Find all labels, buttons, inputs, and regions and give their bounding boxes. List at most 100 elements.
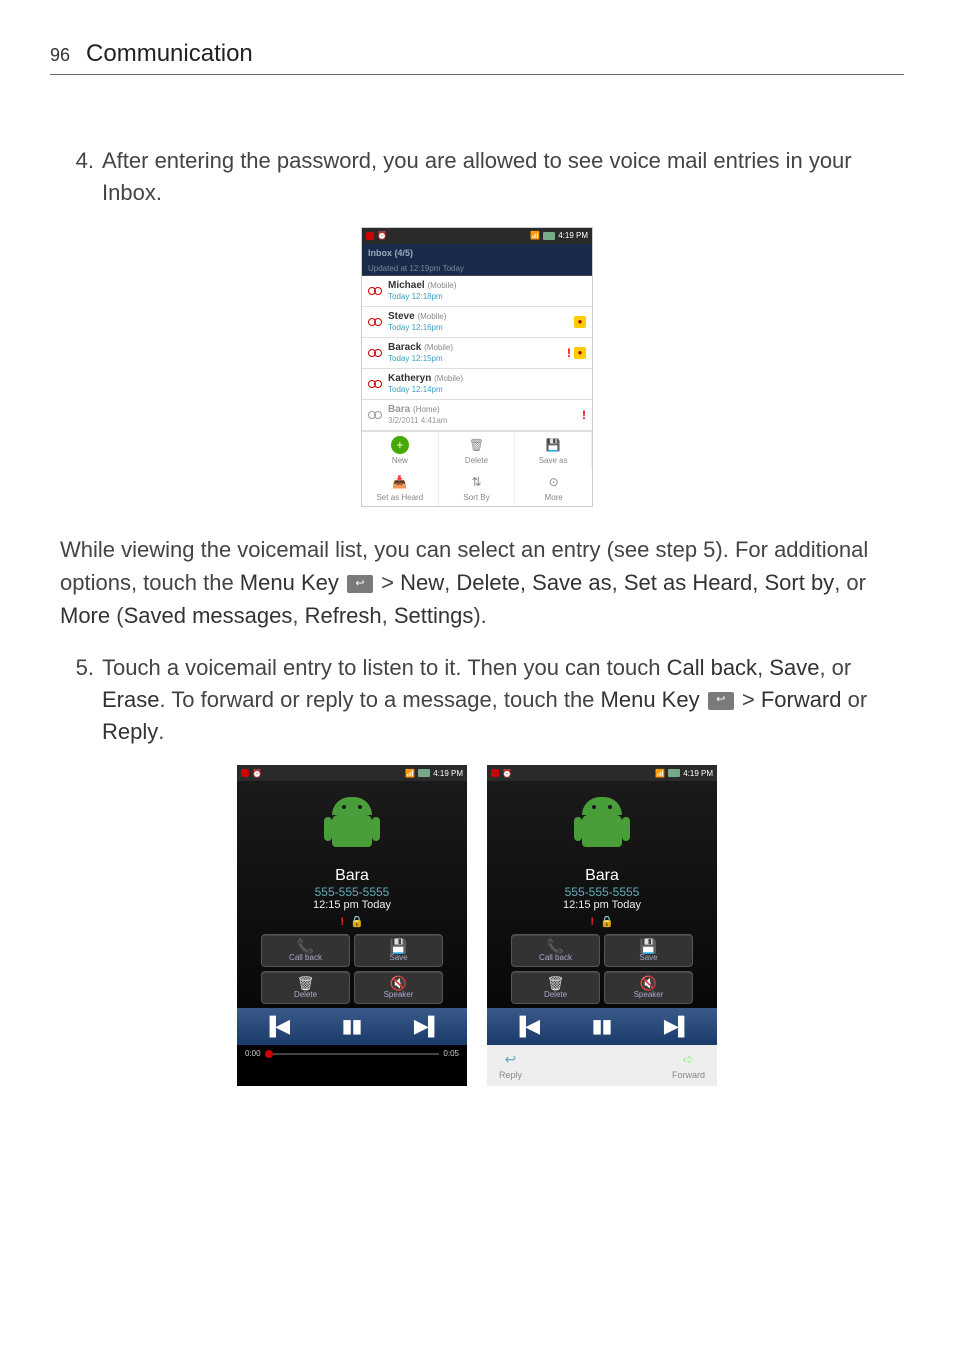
reply-forward-menu: ↩Reply ➪Forward: [487, 1045, 717, 1086]
voicemail-icon: [368, 380, 382, 388]
battery-icon: [668, 769, 680, 777]
urgent-icon: !: [340, 916, 344, 928]
menu-key-icon: [708, 692, 734, 710]
step5-number: 5.: [60, 652, 94, 748]
reply-button[interactable]: ↩Reply: [499, 1051, 522, 1080]
seek-bar[interactable]: 0:00 0:05: [237, 1045, 467, 1062]
seek-handle-icon[interactable]: [265, 1050, 273, 1058]
inbox-header: Inbox (4/5): [362, 244, 592, 262]
voicemail-row[interactable]: Steve (Mobile) Today 12:16pm ●: [362, 307, 592, 338]
vm-name: Katheryn (Mobile): [388, 373, 463, 384]
pause-button[interactable]: ▮▮: [592, 1016, 612, 1037]
menu-key-icon: [347, 575, 373, 593]
inbox-updated: Updated at 12:19pm Today: [362, 262, 592, 276]
more-button[interactable]: ⊙More: [515, 469, 592, 506]
save-as-button[interactable]: 💾Save as: [515, 432, 592, 469]
step4-text: After entering the password, you are all…: [102, 145, 894, 209]
save-icon: 💾: [544, 436, 562, 454]
page-number: 96: [50, 45, 70, 66]
transport-bar: ▐◀ ▮▮ ▶▌: [487, 1008, 717, 1045]
new-button[interactable]: +New: [362, 432, 439, 469]
trash-icon: 🗑: [512, 976, 599, 990]
urgent-icon: !: [582, 408, 586, 422]
vm-name: Steve (Mobile): [388, 311, 446, 322]
save-icon: 💾: [605, 939, 692, 953]
trash-icon: 🗑: [467, 436, 485, 454]
next-button[interactable]: ▶▌: [664, 1016, 691, 1037]
pause-button[interactable]: ▮▮: [342, 1016, 362, 1037]
android-avatar-icon: [572, 797, 632, 857]
heard-icon: 📥: [391, 473, 409, 491]
vm-time: 3/2/2011 4:41am: [388, 416, 447, 425]
sort-by-button[interactable]: ⇅Sort By: [439, 469, 516, 506]
status-time: 4:19 PM: [558, 231, 588, 240]
seek-end: 0:05: [443, 1049, 459, 1058]
save-icon: 💾: [355, 939, 442, 953]
step4-number: 4.: [60, 145, 94, 209]
step5-text: Touch a voicemail entry to listen to it.…: [102, 652, 894, 748]
delete-button[interactable]: 🗑Delete: [439, 432, 516, 469]
player-screenshot-closed: ⏰ 📶4:19 PM Bara 555-555-5555 12:15 pm To…: [237, 765, 467, 1086]
vm-time: Today 12:14pm: [388, 385, 443, 394]
save-button[interactable]: 💾Save: [604, 934, 693, 967]
speaker-button[interactable]: 🔇Speaker: [354, 971, 443, 1004]
contact-badge-icon: ●: [574, 347, 586, 359]
voicemail-icon: [368, 349, 382, 357]
lock-icon: 🔒: [350, 916, 364, 928]
signal-icon: 📶: [405, 769, 415, 778]
speaker-icon: 🔇: [355, 976, 442, 990]
contact-badge-icon: ●: [574, 316, 586, 328]
vm-time: Today 12:15pm: [388, 354, 443, 363]
status-bar: ⏰ 📶 4:19 PM: [362, 228, 592, 244]
vm-name: Michael (Mobile): [388, 280, 456, 291]
next-button[interactable]: ▶▌: [414, 1016, 441, 1037]
voicemail-row[interactable]: Katheryn (Mobile) Today 12:14pm: [362, 369, 592, 400]
prev-button[interactable]: ▐◀: [263, 1016, 290, 1037]
vm-status-icon: [366, 232, 374, 240]
set-as-heard-button[interactable]: 📥Set as Heard: [362, 469, 439, 506]
vm-name: Barack (Mobile): [388, 342, 453, 353]
battery-icon: [418, 769, 430, 777]
alarm-icon: ⏰: [502, 769, 512, 778]
call-back-button[interactable]: 📞Call back: [511, 934, 600, 967]
voicemail-row[interactable]: Bara (Home) 3/2/2011 4:41am !: [362, 400, 592, 431]
more-icon: ⊙: [545, 473, 563, 491]
battery-icon: [543, 232, 555, 240]
vm-name: Bara (Home): [388, 404, 440, 415]
plus-icon: +: [391, 436, 409, 454]
vm-status-icon: [241, 769, 249, 777]
reply-icon: ↩: [505, 1051, 517, 1068]
vm-status-icon: [491, 769, 499, 777]
caller-name: Bara: [237, 867, 467, 885]
prev-button[interactable]: ▐◀: [513, 1016, 540, 1037]
page-title: Communication: [86, 40, 253, 68]
lock-icon: 🔒: [600, 916, 614, 928]
urgent-icon: !: [567, 346, 571, 360]
caller-name: Bara: [487, 867, 717, 885]
phone-icon: 📞: [512, 939, 599, 953]
signal-icon: 📶: [530, 231, 540, 240]
speaker-button[interactable]: 🔇Speaker: [604, 971, 693, 1004]
urgent-icon: !: [590, 916, 594, 928]
delete-button[interactable]: 🗑Delete: [261, 971, 350, 1004]
delete-button[interactable]: 🗑Delete: [511, 971, 600, 1004]
call-time: 12:15 pm Today: [237, 899, 467, 911]
forward-button[interactable]: ➪Forward: [672, 1051, 705, 1080]
caller-number: 555-555-5555: [237, 885, 467, 899]
inbox-menu: +New 🗑Delete 💾Save as 📥Set as Heard ⇅Sor…: [362, 431, 592, 506]
trash-icon: 🗑: [262, 976, 349, 990]
voicemail-row[interactable]: Michael (Mobile) Today 12:18pm: [362, 276, 592, 307]
inbox-screenshot: ⏰ 📶 4:19 PM Inbox (4/5) Updated at 12:19…: [361, 227, 593, 507]
call-time: 12:15 pm Today: [487, 899, 717, 911]
voicemail-icon: [368, 411, 382, 419]
save-button[interactable]: 💾Save: [354, 934, 443, 967]
forward-icon: ➪: [683, 1051, 695, 1068]
instruction-paragraph: While viewing the voicemail list, you ca…: [60, 533, 894, 632]
call-back-button[interactable]: 📞Call back: [261, 934, 350, 967]
sort-icon: ⇅: [467, 473, 485, 491]
voicemail-row[interactable]: Barack (Mobile) Today 12:15pm ! ●: [362, 338, 592, 369]
status-time: 4:19 PM: [683, 769, 713, 778]
phone-icon: 📞: [262, 939, 349, 953]
voicemail-icon: [368, 318, 382, 326]
seek-start: 0:00: [245, 1049, 261, 1058]
